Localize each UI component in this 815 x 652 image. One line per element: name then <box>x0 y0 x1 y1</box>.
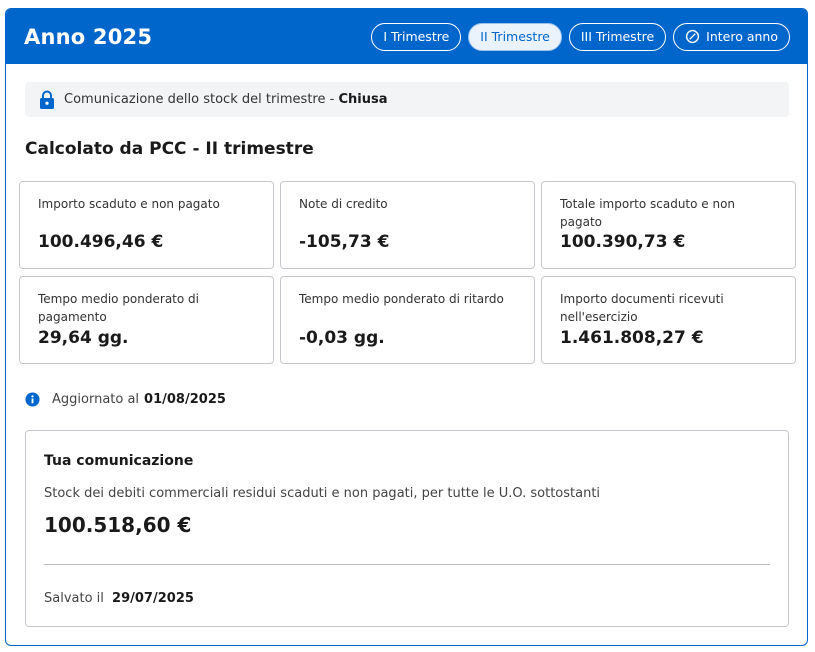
update-date: 01/08/2025 <box>144 392 226 407</box>
metric-label: Importo documenti ricevuti nell'esercizi… <box>560 292 724 324</box>
communication-description: Stock dei debiti commerciali residui sca… <box>44 486 601 501</box>
metric-value: -0,03 gg. <box>299 328 385 348</box>
saved-label: Salvato il <box>44 591 104 606</box>
quarter-panel: Anno 2025 I Trimestre II Trimestre III T… <box>5 8 808 646</box>
status-text: Comunicazione dello stock del trimestre … <box>64 92 335 107</box>
metric-label: Tempo medio ponderato di pagamento <box>38 292 199 324</box>
tab-label: III Trimestre <box>580 29 655 44</box>
metric-card: Tempo medio ponderato di pagamento 29,64… <box>19 276 274 364</box>
slash-circle-icon <box>685 29 700 44</box>
metric-card: Importo documenti ricevuti nell'esercizi… <box>541 276 796 364</box>
tab-label: II Trimestre <box>480 29 550 44</box>
metric-label: Note di credito <box>299 197 388 211</box>
info-icon <box>25 392 40 407</box>
tab-i-trimestre[interactable]: I Trimestre <box>371 22 462 51</box>
metrics-grid: Importo scaduto e non pagato 100.496,46 … <box>19 181 796 364</box>
communication-card: Tua comunicazione Stock dei debiti comme… <box>25 430 789 627</box>
status-bar: Comunicazione dello stock del trimestre … <box>25 82 789 117</box>
saved-info: Salvato il 29/07/2025 <box>44 591 194 606</box>
metric-value: 100.496,46 € <box>38 232 164 252</box>
metric-card: Importo scaduto e non pagato 100.496,46 … <box>19 181 274 269</box>
lock-icon <box>39 90 55 110</box>
metric-label: Tempo medio ponderato di ritardo <box>299 292 504 306</box>
metric-card: Totale importo scaduto e non pagato 100.… <box>541 181 796 269</box>
metric-card: Note di credito -105,73 € <box>280 181 535 269</box>
section-title: Calcolato da PCC - II trimestre <box>25 139 314 159</box>
divider <box>44 564 770 565</box>
update-label: Aggiornato al <box>52 392 140 407</box>
tab-ii-trimestre[interactable]: II Trimestre <box>468 22 562 51</box>
update-info: Aggiornato al 01/08/2025 <box>25 392 226 407</box>
metric-label: Importo scaduto e non pagato <box>38 197 220 211</box>
metric-value: 29,64 gg. <box>38 328 129 348</box>
tab-intero-anno[interactable]: Intero anno <box>673 22 790 51</box>
tab-label: I Trimestre <box>383 29 450 44</box>
saved-date: 29/07/2025 <box>112 591 194 606</box>
metric-value: -105,73 € <box>299 232 390 252</box>
year-title: Anno 2025 <box>24 24 153 49</box>
quarter-tabs: I Trimestre II Trimestre III Trimestre I… <box>371 22 790 51</box>
tab-iii-trimestre[interactable]: III Trimestre <box>568 22 667 51</box>
metric-value: 1.461.808,27 € <box>560 328 704 348</box>
metric-card: Tempo medio ponderato di ritardo -0,03 g… <box>280 276 535 364</box>
metric-label: Totale importo scaduto e non pagato <box>560 197 736 229</box>
status-value: Chiusa <box>338 92 388 107</box>
panel-header: Anno 2025 I Trimestre II Trimestre III T… <box>6 9 807 64</box>
metric-value: 100.390,73 € <box>560 232 686 252</box>
communication-amount: 100.518,60 € <box>44 513 192 537</box>
communication-title: Tua comunicazione <box>44 453 194 469</box>
tab-label: Intero anno <box>706 29 778 44</box>
